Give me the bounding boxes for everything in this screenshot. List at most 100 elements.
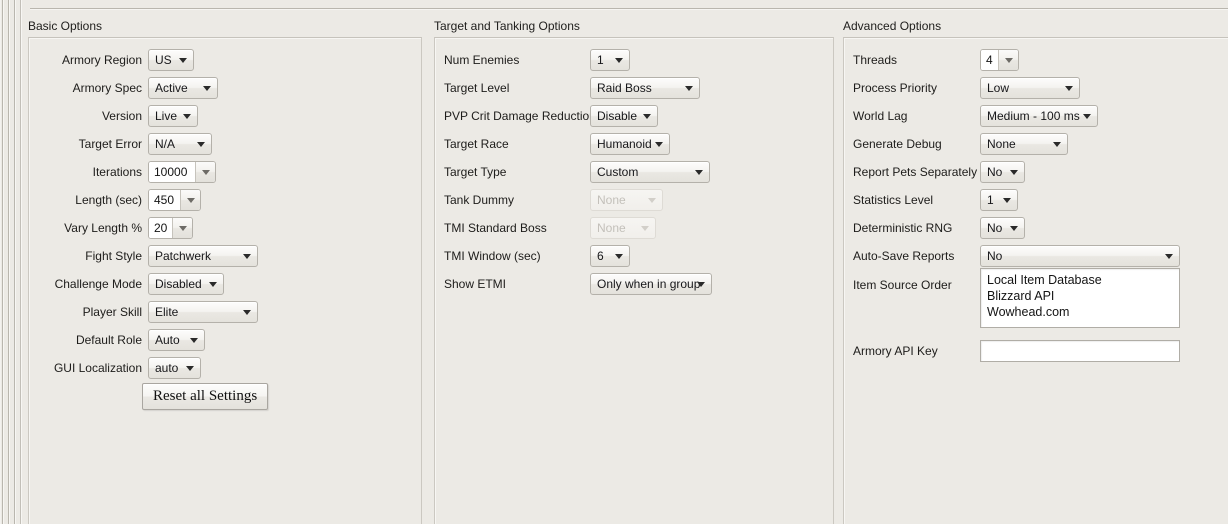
chevron-down-icon — [695, 170, 703, 175]
armory-api-key-field[interactable] — [980, 340, 1180, 362]
label-tmi-window-sec: TMI Window (sec) — [444, 249, 590, 263]
rows-target-and-tanking-options: Num Enemies 1 Target Level Raid Boss PVP… — [434, 0, 834, 524]
row-process-priority: Process Priority Low — [853, 76, 1080, 100]
combo-target-error[interactable]: N/A — [148, 133, 212, 155]
label-target-type: Target Type — [444, 165, 590, 179]
combo-fight-style[interactable]: Patchwerk — [148, 245, 258, 267]
combo-armory-spec[interactable]: Active — [148, 77, 218, 99]
row-world-lag: World Lag Medium - 100 ms — [853, 104, 1098, 128]
combo-iterations[interactable]: 10000 — [148, 161, 216, 183]
combo-tmi-window-sec[interactable]: 6 — [590, 245, 630, 267]
dropdown-button-threads[interactable] — [998, 50, 1018, 70]
combo-gui-localization[interactable]: auto — [148, 357, 201, 379]
list-item[interactable]: Local Item Database — [987, 272, 1174, 288]
combo-pvp-crit-damage-reduction[interactable]: Disable — [590, 105, 658, 127]
combo-value-player-skill: Elite — [155, 305, 178, 319]
chevron-down-icon — [203, 86, 211, 91]
combo-value-challenge-mode: Disabled — [155, 277, 202, 291]
combo-auto-save-reports[interactable]: No — [980, 245, 1180, 267]
window-border-line — [0, 0, 1, 524]
combo-challenge-mode[interactable]: Disabled — [148, 273, 224, 295]
combo-armory-region[interactable]: US — [148, 49, 194, 71]
label-armory-api-key: Armory API Key — [853, 344, 980, 358]
column-target-and-tanking-options: Target and Tanking Options Num Enemies 1… — [434, 0, 834, 524]
combo-value-process-priority: Low — [987, 81, 1009, 95]
combo-default-role[interactable]: Auto — [148, 329, 205, 351]
chevron-down-icon — [179, 58, 187, 63]
label-fight-style: Fight Style — [34, 249, 148, 263]
row-default-role: Default Role Auto — [34, 328, 205, 352]
row-gui-localization: GUI Localization auto — [34, 356, 201, 380]
label-target-race: Target Race — [444, 137, 590, 151]
dropdown-button-iterations[interactable] — [195, 162, 215, 182]
rows-basic-options: Armory Region US Armory Spec Active Vers… — [28, 0, 422, 524]
row-target-race: Target Race Humanoid — [444, 132, 670, 156]
row-target-error: Target Error N/A — [34, 132, 212, 156]
chevron-down-icon — [243, 310, 251, 315]
combo-process-priority[interactable]: Low — [980, 77, 1080, 99]
combo-length-sec[interactable]: 450 — [148, 189, 201, 211]
combo-vary-length-percent[interactable]: 20 — [148, 217, 193, 239]
chevron-down-icon — [1065, 86, 1073, 91]
combo-value-statistics-level: 1 — [987, 193, 994, 207]
options-window: Basic Options Armory Region US Armory Sp… — [0, 0, 1228, 524]
label-tank-dummy: Tank Dummy — [444, 193, 590, 207]
combo-show-etmi[interactable]: Only when in group — [590, 273, 712, 295]
listbox-item-source-order[interactable]: Local Item Database Blizzard API Wowhead… — [980, 268, 1180, 328]
combo-statistics-level[interactable]: 1 — [980, 189, 1018, 211]
combo-target-type[interactable]: Custom — [590, 161, 710, 183]
chevron-down-icon — [1165, 254, 1173, 259]
combo-value-iterations[interactable]: 10000 — [149, 162, 195, 182]
column-advanced-options: Advanced Options Threads 4 Process Prior… — [843, 0, 1228, 524]
chevron-down-icon — [1010, 226, 1018, 231]
row-fight-style: Fight Style Patchwerk — [34, 244, 258, 268]
combo-value-vary-length-percent[interactable]: 20 — [149, 218, 172, 238]
combo-world-lag[interactable]: Medium - 100 ms — [980, 105, 1098, 127]
row-reset-all-settings: Reset all Settings — [34, 384, 268, 408]
dropdown-button-vary-length-percent[interactable] — [172, 218, 192, 238]
row-armory-api-key: Armory API Key — [853, 339, 1180, 363]
list-item[interactable]: Wowhead.com — [987, 304, 1174, 320]
label-generate-debug: Generate Debug — [853, 137, 980, 151]
row-iterations: Iterations 10000 — [34, 160, 216, 184]
combo-player-skill[interactable]: Elite — [148, 301, 258, 323]
combo-value-world-lag: Medium - 100 ms — [987, 109, 1080, 123]
row-tank-dummy: Tank Dummy None — [444, 188, 663, 212]
row-report-pets-separately: Report Pets Separately No — [853, 160, 1025, 184]
reset-all-settings-button[interactable]: Reset all Settings — [142, 383, 268, 410]
row-threads: Threads 4 — [853, 48, 1019, 72]
combo-num-enemies[interactable]: 1 — [590, 49, 630, 71]
combo-version[interactable]: Live — [148, 105, 198, 127]
row-armory-region: Armory Region US — [34, 48, 194, 72]
combo-value-threads[interactable]: 4 — [981, 50, 998, 70]
list-item[interactable]: Blizzard API — [987, 288, 1174, 304]
combo-value-auto-save-reports: No — [987, 249, 1002, 263]
row-challenge-mode: Challenge Mode Disabled — [34, 272, 224, 296]
row-pvp-crit-damage-reduction: PVP Crit Damage Reduction Disable — [444, 104, 658, 128]
combo-value-length-sec[interactable]: 450 — [149, 190, 180, 210]
chevron-down-icon — [197, 142, 205, 147]
dropdown-button-length-sec[interactable] — [180, 190, 200, 210]
label-default-role: Default Role — [34, 333, 148, 347]
combo-threads[interactable]: 4 — [980, 49, 1019, 71]
row-tmi-window-sec: TMI Window (sec) 6 — [444, 244, 630, 268]
row-target-type: Target Type Custom — [444, 160, 710, 184]
window-border-line — [21, 0, 22, 524]
combo-report-pets-separately[interactable]: No — [980, 161, 1025, 183]
combo-generate-debug[interactable]: None — [980, 133, 1068, 155]
combo-deterministic-rng[interactable]: No — [980, 217, 1025, 239]
combo-value-armory-spec: Active — [155, 81, 188, 95]
chevron-down-icon — [1010, 170, 1018, 175]
combo-value-report-pets-separately: No — [987, 165, 1002, 179]
row-vary-length-percent: Vary Length % 20 — [34, 216, 193, 240]
chevron-down-icon — [183, 114, 191, 119]
label-length-sec: Length (sec) — [34, 193, 148, 207]
combo-target-level[interactable]: Raid Boss — [590, 77, 700, 99]
label-player-skill: Player Skill — [34, 305, 148, 319]
label-gui-localization: GUI Localization — [34, 361, 148, 375]
row-version: Version Live — [34, 104, 198, 128]
combo-value-pvp-crit-damage-reduction: Disable — [597, 109, 637, 123]
combo-target-race[interactable]: Humanoid — [590, 133, 670, 155]
chevron-down-icon — [187, 198, 195, 203]
chevron-down-icon — [615, 254, 623, 259]
